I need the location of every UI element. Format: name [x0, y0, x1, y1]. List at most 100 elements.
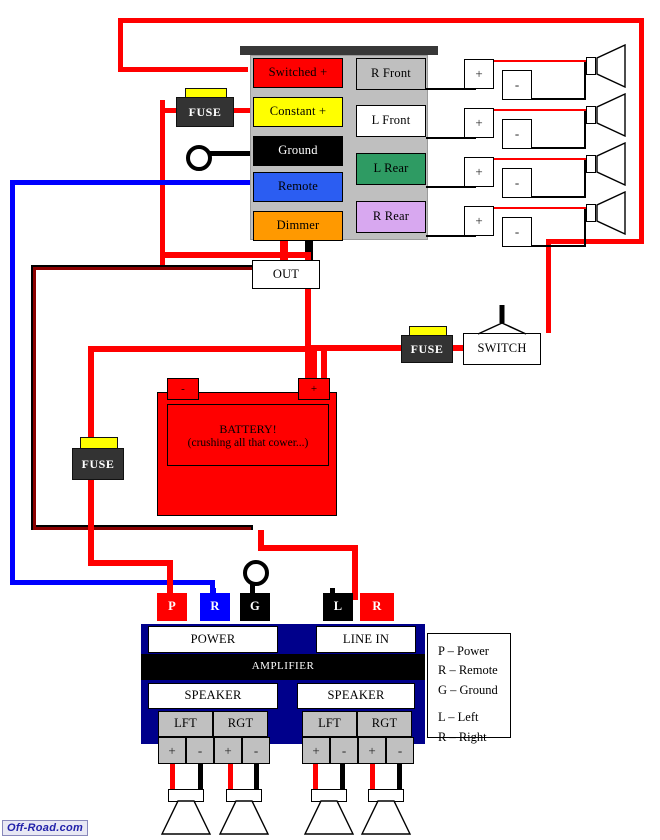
wire-batt-to-ampfuse-down — [88, 346, 94, 446]
amp-speaker-4-cone-icon — [360, 800, 412, 835]
speaker-3-plus-terminal[interactable]: + — [464, 157, 494, 187]
wire-remote-left-down — [10, 180, 15, 585]
head-unit-top-bar — [240, 46, 438, 55]
battery-positive-terminal[interactable]: + — [298, 378, 330, 400]
amp-channel-rgt-2[interactable]: RGT — [357, 711, 412, 737]
switch-fuse[interactable]: FUSE — [401, 335, 453, 363]
head-unit-output-l-front[interactable]: L Front — [356, 105, 426, 137]
amp-polarity-5[interactable]: + — [302, 737, 330, 764]
amp-terminal-label: R — [210, 599, 220, 614]
speaker-3-cone-icon — [596, 142, 626, 186]
channel-label: LFT — [318, 716, 341, 731]
head-unit-terminal-remote[interactable]: Remote — [253, 172, 343, 202]
speaker-4-cone-icon — [596, 191, 626, 235]
speaker-3-neg-wire — [532, 196, 586, 198]
amp-channel-lft-1[interactable]: LFT — [158, 711, 213, 737]
polarity-label: + — [224, 742, 232, 758]
amp-terminal-line-l[interactable]: L — [323, 593, 353, 621]
speaker-3-minus-terminal[interactable]: - — [502, 168, 532, 198]
battery-title: BATTERY! — [219, 421, 277, 436]
speaker-3-pos-wire — [494, 158, 586, 160]
speaker-2-pos-wire — [494, 109, 586, 111]
amp-polarity-4[interactable]: - — [242, 737, 270, 764]
amp-speaker-section-right[interactable]: SPEAKER — [297, 683, 415, 709]
terminal-label: Dimmer — [276, 218, 320, 233]
amp-terminal-r-remote[interactable]: R — [200, 593, 230, 621]
wire-ground — [206, 151, 254, 156]
amp-speaker-section-left[interactable]: SPEAKER — [148, 683, 278, 709]
polarity-label: + — [368, 742, 376, 758]
amplifier-fuse[interactable]: FUSE — [72, 448, 124, 480]
polarity-label: + — [168, 742, 176, 758]
ground-ring-terminal-amp — [243, 560, 269, 586]
minus-label: - — [514, 224, 520, 240]
amp-polarity-6[interactable]: - — [330, 737, 358, 764]
speaker-4-minus-terminal[interactable]: - — [502, 217, 532, 247]
ground-ring-terminal-head-unit — [186, 145, 212, 171]
output-label: L Front — [371, 113, 411, 128]
amp-speaker-3-cone-icon — [303, 800, 355, 835]
head-unit-terminal-ground[interactable]: Ground — [253, 136, 343, 166]
wire-ampfuse-to-amp-horiz — [88, 560, 173, 566]
wire-switch-drop — [546, 239, 551, 333]
amp-channel-lft-2[interactable]: LFT — [302, 711, 357, 737]
head-unit-out-box[interactable]: OUT — [252, 260, 320, 289]
amp-polarity-8[interactable]: - — [386, 737, 414, 764]
speaker-2-cone-icon — [596, 93, 626, 137]
speaker-4-plus-terminal[interactable]: + — [464, 206, 494, 236]
head-unit-output-r-front[interactable]: R Front — [356, 58, 426, 90]
speaker-1-plus-terminal[interactable]: + — [464, 59, 494, 89]
amp-terminal-g[interactable]: G — [240, 593, 270, 621]
speaker-4-pos-wire — [494, 207, 586, 209]
wire-batt-to-ampfuse-horiz — [88, 346, 313, 352]
amp-power-section[interactable]: POWER — [148, 626, 278, 653]
plus-label: + — [475, 164, 483, 180]
plus-label: + — [475, 213, 483, 229]
speaker-2-plus-terminal[interactable]: + — [464, 108, 494, 138]
amp-polarity-2[interactable]: - — [186, 737, 214, 764]
polarity-label: - — [397, 742, 403, 758]
amp-polarity-7[interactable]: + — [358, 737, 386, 764]
fuse-label: FUSE — [188, 104, 222, 119]
battery-negative-terminal[interactable]: - — [167, 378, 199, 400]
head-unit-terminal-constant-plus[interactable]: Constant + — [253, 97, 343, 127]
switch-body[interactable]: SWITCH — [463, 333, 541, 365]
amp-speaker-2-cone-icon — [218, 800, 270, 835]
head-unit-output-r-rear[interactable]: R Rear — [356, 201, 426, 233]
head-unit-fuse[interactable]: FUSE — [176, 97, 234, 127]
switch-label: SWITCH — [477, 341, 527, 356]
polarity-label: - — [197, 742, 203, 758]
speaker-2-minus-terminal[interactable]: - — [502, 119, 532, 149]
wire-constant-left-down — [160, 100, 165, 270]
head-unit-terminal-dimmer[interactable]: Dimmer — [253, 211, 343, 241]
amp-speaker-label: SPEAKER — [184, 688, 242, 703]
output-label: L Rear — [373, 161, 409, 176]
legend-line-l: L – Left — [438, 710, 479, 725]
amp-terminal-p[interactable]: P — [157, 593, 187, 621]
wire-remote-bottom — [10, 580, 215, 585]
amp-speaker-2-pos-lead — [228, 764, 233, 790]
amp-polarity-3[interactable]: + — [214, 737, 242, 764]
speaker-1-cone-icon — [596, 44, 626, 88]
minus-label: - — [514, 77, 520, 93]
wire-remote-horizontal-top — [10, 180, 254, 185]
amp-terminal-label: G — [250, 599, 260, 614]
amp-channel-rgt-1[interactable]: RGT — [213, 711, 268, 737]
out-label: OUT — [272, 266, 300, 281]
legend-line-g: G – Ground — [438, 682, 498, 697]
wire-batt-to-hu-horiz — [160, 252, 310, 258]
polarity-label: - — [253, 742, 259, 758]
amp-line-in-section[interactable]: LINE IN — [316, 626, 416, 653]
plus-label: + — [475, 115, 483, 131]
amp-power-label: POWER — [190, 631, 236, 646]
amp-terminal-label: L — [333, 599, 343, 614]
terminal-label: Remote — [277, 179, 319, 194]
amp-terminal-line-r[interactable]: R — [360, 593, 394, 621]
amp-polarity-1[interactable]: + — [158, 737, 186, 764]
wiring-diagram-canvas: Switched + Constant + Ground Remote Dimm… — [0, 0, 660, 840]
legend-line-r-right: R – Right — [438, 729, 487, 744]
speaker-1-minus-terminal[interactable]: - — [502, 70, 532, 100]
battery-subtitle: (crushing all that cower...) — [187, 436, 309, 449]
head-unit-terminal-switched-plus[interactable]: Switched + — [253, 58, 343, 88]
head-unit-output-l-rear[interactable]: L Rear — [356, 153, 426, 185]
